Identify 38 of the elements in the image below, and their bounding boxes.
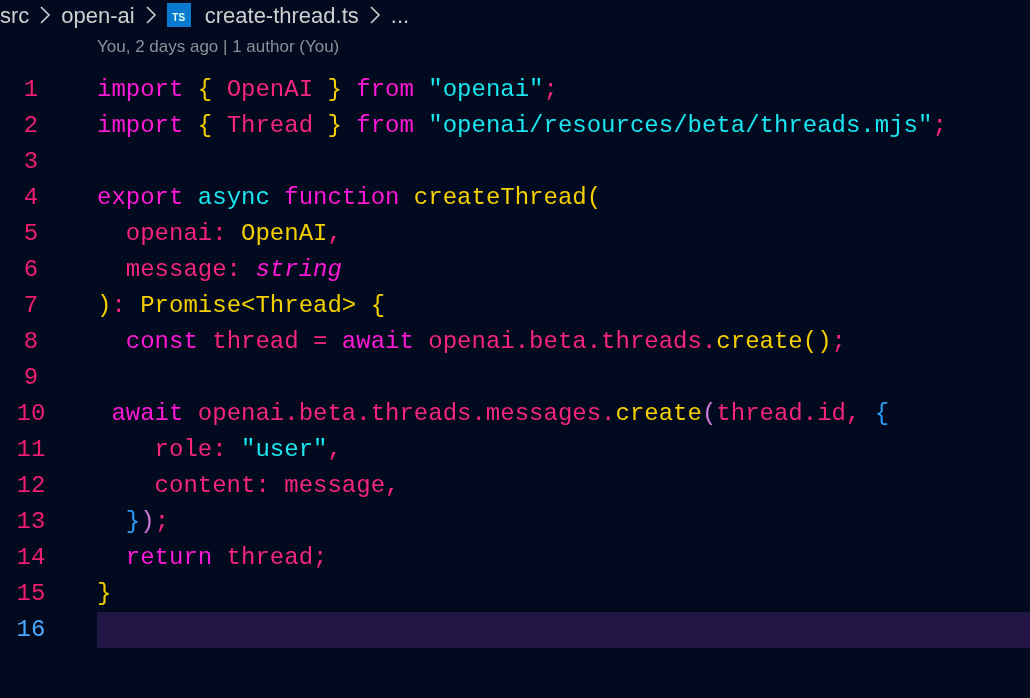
line-number: 7 bbox=[22, 291, 40, 321]
line-number: 10 bbox=[15, 399, 47, 429]
code-line: openai: OpenAI, bbox=[124, 219, 343, 249]
line-number: 8 bbox=[22, 327, 40, 357]
code-line: content: message, bbox=[153, 471, 401, 501]
code-line: import { Thread } from "openai/resources/beta/threads.mjs"; bbox=[97, 111, 948, 141]
code-line: } bbox=[97, 579, 113, 609]
chevron-right-icon bbox=[39, 6, 52, 24]
line-number: 1 bbox=[22, 75, 40, 105]
line-number: 9 bbox=[22, 363, 40, 393]
line-number: 14 bbox=[15, 543, 47, 573]
code-line: ): Promise<Thread> { bbox=[97, 291, 387, 321]
chevron-right-icon bbox=[368, 6, 381, 24]
code-line: export async function createThread( bbox=[97, 183, 603, 213]
breadcrumb-more[interactable]: ... bbox=[390, 0, 410, 32]
code-line: return thread; bbox=[124, 543, 329, 573]
code-line: const thread = await openai.beta.threads.create(); bbox=[124, 327, 847, 357]
line-number: 13 bbox=[15, 507, 47, 537]
line-number: 16 bbox=[15, 615, 47, 645]
breadcrumb-folder[interactable]: open-ai bbox=[61, 0, 135, 32]
line-number: 15 bbox=[15, 579, 47, 609]
breadcrumb-file[interactable]: create-thread.ts bbox=[204, 0, 359, 32]
code-line: }); bbox=[124, 507, 171, 537]
code-line: import { OpenAI } from "openai"; bbox=[97, 75, 559, 105]
line-number: 2 bbox=[22, 111, 40, 141]
typescript-file-icon: TS bbox=[166, 3, 191, 27]
code-line: await openai.beta.threads.messages.create(thread.id, { bbox=[110, 399, 891, 429]
code-line: message: string bbox=[124, 255, 343, 285]
line-number: 11 bbox=[15, 435, 47, 465]
line-number: 3 bbox=[22, 147, 40, 177]
breadcrumb-folder[interactable]: src bbox=[0, 0, 30, 32]
code-line: role: "user", bbox=[153, 435, 343, 465]
line-number: 4 bbox=[22, 183, 40, 213]
line-number: 12 bbox=[15, 471, 47, 501]
line-number: 6 bbox=[22, 255, 40, 285]
line-number: 5 bbox=[22, 219, 40, 249]
chevron-right-icon bbox=[144, 6, 157, 24]
blame-annotation: You, 2 days ago | 1 author (You) bbox=[97, 36, 341, 58]
